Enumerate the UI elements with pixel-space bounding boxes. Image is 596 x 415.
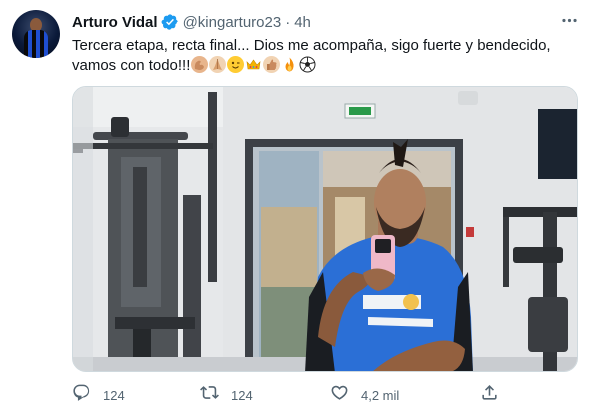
like-count: 4,2 mil bbox=[361, 387, 400, 403]
thumbs-up-icon bbox=[263, 56, 281, 73]
heart-icon[interactable] bbox=[330, 383, 349, 407]
folded-hands-icon bbox=[209, 56, 227, 73]
tweet-text: Tercera etapa, recta final... Dios me ac… bbox=[72, 36, 587, 76]
emoji-row bbox=[191, 56, 316, 73]
share-action[interactable] bbox=[480, 383, 499, 407]
tweet-text-line-2: vamos con todo!!! bbox=[72, 57, 191, 74]
tweet-photo[interactable] bbox=[72, 86, 578, 372]
like-action[interactable]: 4,2 mil bbox=[330, 383, 399, 407]
separator-dot: · bbox=[285, 13, 291, 31]
crown-icon bbox=[245, 56, 262, 73]
author-handle[interactable]: @kingarturo23 bbox=[183, 14, 282, 31]
retweet-count: 124 bbox=[231, 387, 253, 403]
retweet-icon[interactable] bbox=[200, 383, 219, 407]
more-options-icon[interactable] bbox=[558, 9, 580, 31]
reply-icon[interactable] bbox=[72, 383, 91, 407]
tweet-header: Arturo Vidal @kingarturo23 · 4h bbox=[72, 12, 311, 32]
tweet-text-line-2-wrap: vamos con todo!!! bbox=[72, 56, 587, 76]
author-name[interactable]: Arturo Vidal bbox=[72, 14, 158, 31]
retweet-action[interactable]: 124 bbox=[200, 383, 253, 407]
reply-count: 124 bbox=[103, 387, 125, 403]
tweet-actions: 124 124 4,2 mil bbox=[72, 383, 502, 407]
tweet-card[interactable]: Arturo Vidal @kingarturo23 · 4h Tercera … bbox=[0, 0, 596, 415]
gym-selfie-photo bbox=[73, 87, 577, 371]
fire-icon bbox=[281, 56, 298, 73]
flexed-biceps-icon bbox=[191, 56, 209, 73]
author-avatar[interactable] bbox=[12, 10, 60, 58]
share-icon[interactable] bbox=[480, 383, 499, 407]
avatar-jersey bbox=[24, 30, 48, 58]
soccer-ball-icon bbox=[299, 56, 316, 73]
reply-action[interactable]: 124 bbox=[72, 383, 125, 407]
verified-badge-icon bbox=[161, 13, 179, 31]
tweet-text-line-1: Tercera etapa, recta final... Dios me ac… bbox=[72, 37, 551, 54]
tweet-time[interactable]: 4h bbox=[294, 14, 311, 31]
winking-face-icon bbox=[227, 56, 245, 73]
